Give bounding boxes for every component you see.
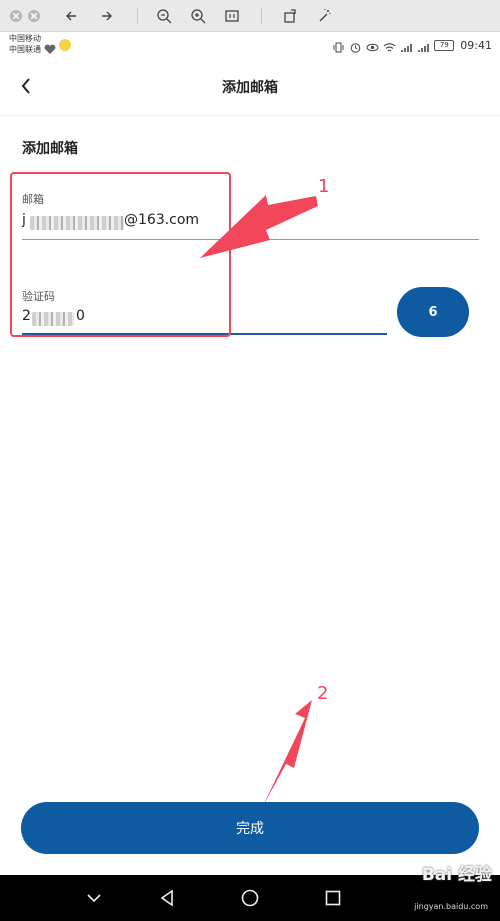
done-button[interactable]: 完成 bbox=[21, 802, 479, 854]
arrow-right-icon[interactable] bbox=[95, 5, 117, 27]
watermark-url: jingyan.baidu.com bbox=[414, 902, 488, 911]
carrier-2-label: 中国联通 bbox=[9, 45, 41, 54]
minimize-window-icon[interactable] bbox=[28, 10, 40, 22]
fit-page-icon[interactable] bbox=[221, 5, 243, 27]
app-header: 添加邮箱 bbox=[0, 58, 500, 116]
wifi-icon bbox=[383, 39, 396, 52]
health-heart-icon bbox=[44, 40, 56, 54]
annotation-number-1: 1 bbox=[318, 176, 330, 197]
arrow-left-icon[interactable] bbox=[61, 5, 83, 27]
form-section-title: 添加邮箱 bbox=[22, 141, 78, 157]
viewer-toolbar bbox=[0, 0, 500, 32]
clock: 09:41 bbox=[460, 38, 492, 52]
signal-2g-icon bbox=[400, 39, 413, 52]
carrier-1-label: 中国移动 bbox=[9, 34, 41, 43]
vibrate-icon bbox=[332, 39, 345, 52]
battery-indicator: 79 bbox=[434, 39, 455, 51]
rotate-icon[interactable] bbox=[279, 5, 301, 27]
notification-badge-icon bbox=[59, 39, 71, 51]
chevron-down-icon[interactable] bbox=[84, 888, 104, 908]
close-window-icon[interactable] bbox=[10, 10, 22, 22]
eye-comfort-icon bbox=[366, 39, 379, 52]
status-indicators: 79 09:41 bbox=[332, 37, 492, 53]
nav-back-icon[interactable] bbox=[157, 888, 177, 908]
annotation-highlight-box bbox=[10, 172, 231, 337]
page-title: 添加邮箱 bbox=[222, 80, 278, 96]
annotation-number-2: 2 bbox=[317, 683, 329, 704]
magic-wand-icon[interactable] bbox=[313, 5, 335, 27]
nav-recents-icon[interactable] bbox=[323, 888, 343, 908]
status-bar: 中国移动 中国联通 79 09:41 bbox=[0, 32, 500, 58]
nav-home-icon[interactable] bbox=[240, 888, 260, 908]
send-code-button[interactable]: 6 bbox=[397, 287, 469, 337]
watermark-logo: Bai 经验 bbox=[421, 865, 492, 885]
alarm-icon bbox=[349, 39, 362, 53]
signal-4g-icon bbox=[417, 39, 430, 52]
zoom-out-icon[interactable] bbox=[153, 5, 175, 27]
zoom-in-icon[interactable] bbox=[187, 5, 209, 27]
